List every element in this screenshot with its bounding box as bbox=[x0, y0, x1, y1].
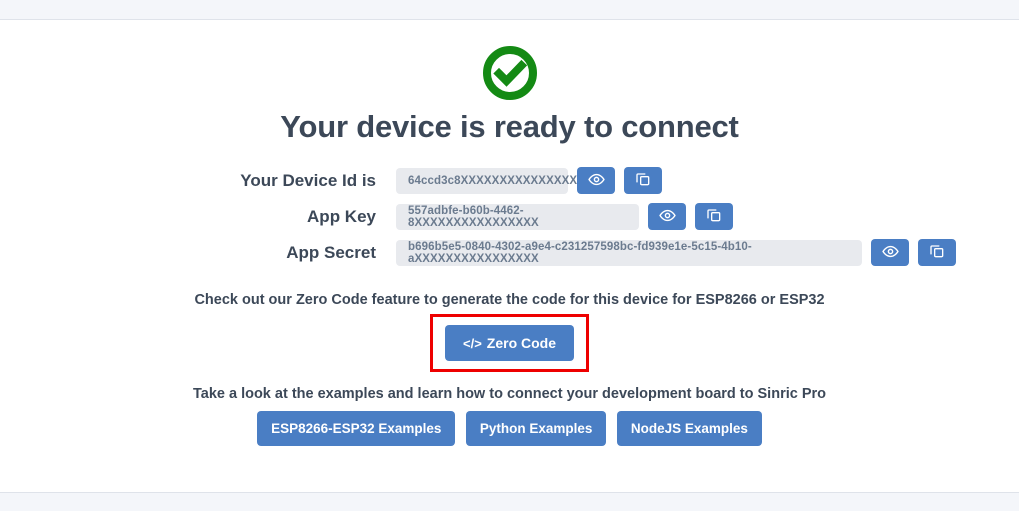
app-key-label: App Key bbox=[307, 206, 376, 226]
copy-icon bbox=[635, 171, 651, 190]
credentials-list: Your Device Id is 64ccd3c8XXXXXXXXXXXXXX… bbox=[0, 167, 1019, 266]
copy-icon bbox=[929, 243, 945, 262]
zero-code-button-label: Zero Code bbox=[486, 335, 557, 351]
device-id-value: 64ccd3c8XXXXXXXXXXXXXXXX bbox=[396, 167, 585, 194]
esp-examples-button[interactable]: ESP8266-ESP32 Examples bbox=[257, 411, 456, 446]
credential-row-app-key: App Key 557adbfe-b60b-4462-8XXXXXXXXXXXX… bbox=[0, 203, 1019, 230]
eye-icon bbox=[587, 171, 605, 191]
app-secret-reveal-button[interactable] bbox=[871, 239, 909, 266]
zero-code-wrap: </> Zero Code bbox=[0, 314, 1019, 376]
python-examples-button[interactable]: Python Examples bbox=[465, 411, 607, 446]
page-content: Your device is ready to connect Your Dev… bbox=[0, 21, 1019, 491]
nodejs-examples-button[interactable]: NodeJS Examples bbox=[616, 411, 762, 446]
app-key-reveal-button[interactable] bbox=[648, 203, 686, 230]
credential-row-device-id: Your Device Id is 64ccd3c8XXXXXXXXXXXXXX… bbox=[0, 167, 1019, 194]
eye-icon bbox=[881, 243, 899, 263]
page-title: Your device is ready to connect bbox=[280, 109, 739, 144]
app-secret-value: b696b5e5-0840-4302-a9e4-c231257598bc-fd9… bbox=[396, 239, 862, 266]
code-brackets-icon: </> bbox=[462, 336, 482, 351]
status-icon-wrap bbox=[0, 45, 1019, 101]
device-id-copy-button[interactable] bbox=[624, 167, 662, 194]
copy-icon bbox=[706, 207, 722, 226]
zero-code-highlight-box: </> Zero Code bbox=[429, 314, 590, 372]
device-id-label: Your Device Id is bbox=[240, 170, 376, 190]
device-id-reveal-button[interactable] bbox=[577, 167, 615, 194]
credential-row-app-secret: App Secret b696b5e5-0840-4302-a9e4-c2312… bbox=[0, 239, 1019, 266]
bottom-bar bbox=[0, 492, 1019, 511]
app-secret-copy-button[interactable] bbox=[918, 239, 956, 266]
examples-intro-text: Take a look at the examples and learn ho… bbox=[192, 386, 827, 402]
app-secret-label: App Secret bbox=[286, 242, 376, 262]
top-bar bbox=[0, 0, 1019, 20]
app-key-value: 557adbfe-b60b-4462-8XXXXXXXXXXXXXXXX bbox=[396, 203, 639, 230]
check-circle-icon bbox=[482, 45, 538, 106]
zero-code-promo-text: Check out our Zero Code feature to gener… bbox=[194, 292, 825, 308]
eye-icon bbox=[658, 207, 676, 227]
examples-button-row: ESP8266-ESP32 Examples Python Examples N… bbox=[0, 411, 1019, 446]
app-key-copy-button[interactable] bbox=[695, 203, 733, 230]
zero-code-button[interactable]: </> Zero Code bbox=[444, 325, 575, 361]
